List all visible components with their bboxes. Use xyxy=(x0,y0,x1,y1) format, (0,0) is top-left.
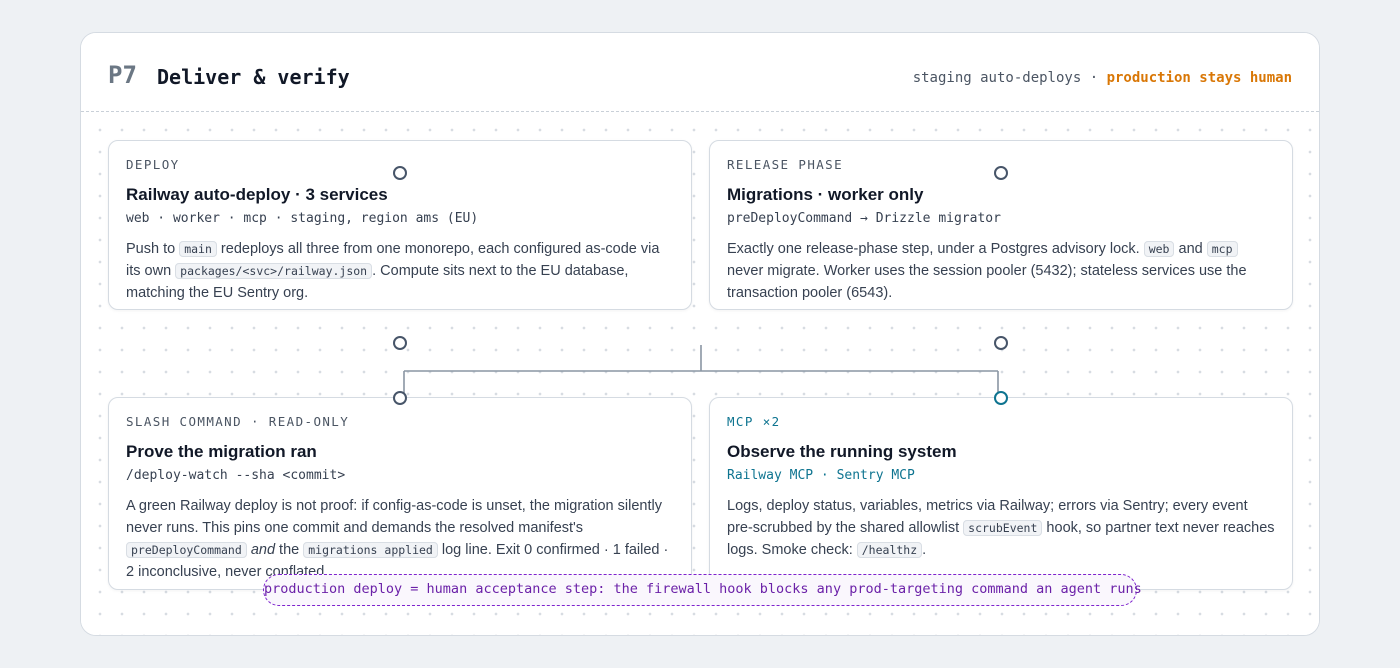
production-footnote: production deploy = human acceptance ste… xyxy=(263,574,1142,606)
node-deploy-bottom xyxy=(393,336,407,350)
node-release-top xyxy=(994,166,1008,180)
phase-code: P7 xyxy=(108,61,137,89)
node-deploy-top xyxy=(393,166,407,180)
merge-connector xyxy=(403,345,999,393)
connector-lines xyxy=(403,345,999,393)
phase-panel: P7 Deliver & verify staging auto-deploys… xyxy=(80,32,1320,636)
panel-header: P7 Deliver & verify staging auto-deploys… xyxy=(81,33,1319,112)
node-release-bottom xyxy=(994,336,1008,350)
header-note-plain: staging auto-deploys xyxy=(912,70,1082,86)
header-note-separator: · xyxy=(1081,70,1107,86)
header-note-emphasis: production stays human xyxy=(1106,70,1292,86)
panel-title: Deliver & verify xyxy=(157,65,350,89)
header-note: staging auto-deploys · production stays … xyxy=(913,70,1292,86)
node-mcp-top xyxy=(994,391,1008,405)
node-slash-top xyxy=(393,391,407,405)
diagram-canvas: DEPLOY Railway auto-deploy · 3 services … xyxy=(81,113,1319,635)
